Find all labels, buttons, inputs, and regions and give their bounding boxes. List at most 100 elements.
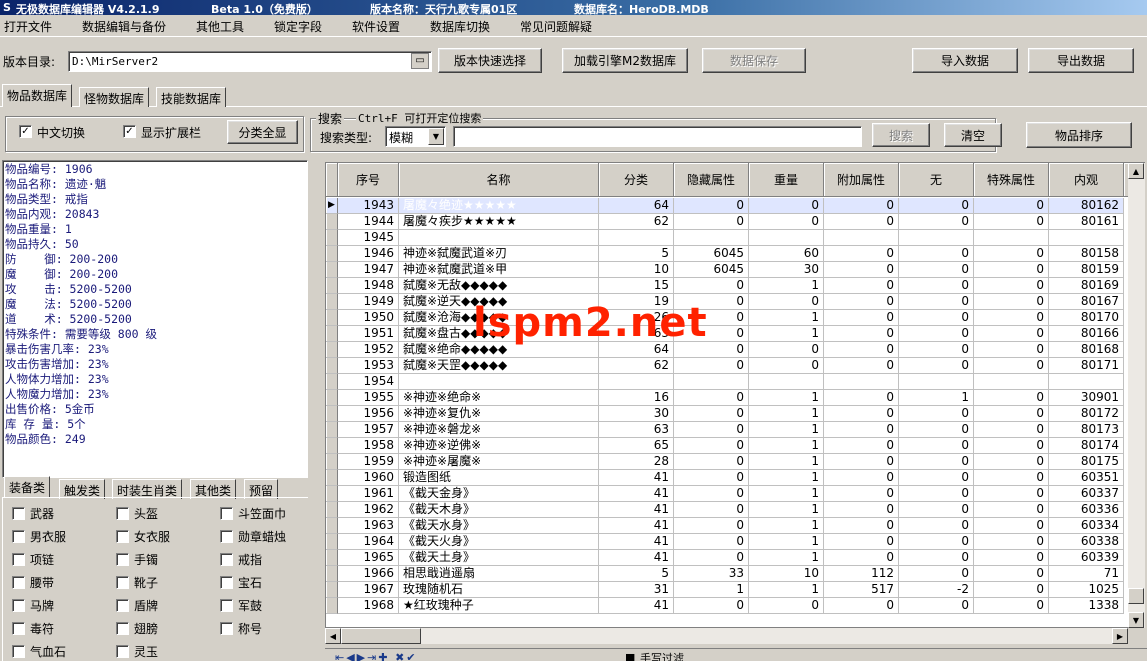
table-cell[interactable]: 1959 xyxy=(338,454,399,470)
col-header-weight[interactable]: 重量 xyxy=(749,163,824,197)
table-row[interactable]: 1947 神迹※弑魔武道※甲 10 6045 30 0 0 0 80159 xyxy=(326,262,1144,278)
table-cell[interactable]: 0 xyxy=(824,326,899,342)
row-indicator[interactable] xyxy=(326,294,338,310)
vscroll-thumb[interactable] xyxy=(1128,588,1144,604)
table-cell[interactable]: 1952 xyxy=(338,342,399,358)
table-cell[interactable] xyxy=(674,230,749,246)
table-cell[interactable]: 1 xyxy=(749,518,824,534)
table-cell[interactable]: 60 xyxy=(749,246,824,262)
category-checkbox[interactable] xyxy=(116,622,129,635)
table-row[interactable]: 1951 弑魔※盘古◆◆◆◆◆ 63 0 1 0 0 0 80166 xyxy=(326,326,1144,342)
table-cell[interactable]: 0 xyxy=(974,582,1049,598)
table-row[interactable]: 1958 ※神迹※逆佛※ 65 0 1 0 0 0 80174 xyxy=(326,438,1144,454)
table-cell[interactable]: 60337 xyxy=(1049,486,1124,502)
table-cell[interactable] xyxy=(599,374,674,390)
table-row[interactable]: 1960 锻造图纸 41 0 1 0 0 0 60351 xyxy=(326,470,1144,486)
table-cell[interactable] xyxy=(599,230,674,246)
table-cell[interactable]: 《截天金身》 xyxy=(399,486,599,502)
tab-skills[interactable]: 技能数据库 xyxy=(156,87,227,107)
table-cell[interactable]: 517 xyxy=(824,582,899,598)
table-cell[interactable] xyxy=(974,374,1049,390)
table-cell[interactable]: 0 xyxy=(899,278,974,294)
category-checkbox[interactable] xyxy=(220,553,233,566)
row-indicator[interactable] xyxy=(326,534,338,550)
row-indicator[interactable] xyxy=(326,326,338,342)
table-cell[interactable]: 1 xyxy=(749,310,824,326)
table-cell[interactable]: 80171 xyxy=(1049,358,1124,374)
category-checkbox[interactable] xyxy=(116,599,129,612)
table-cell[interactable] xyxy=(824,230,899,246)
table-row[interactable]: 1953 弑魔※天罡◆◆◆◆◆ 62 0 0 0 0 0 80171 xyxy=(326,358,1144,374)
table-cell[interactable]: 1954 xyxy=(338,374,399,390)
quick-select-button[interactable]: 版本快速选择 xyxy=(438,48,542,73)
cat-tab-equipment[interactable]: 装备类 xyxy=(4,476,51,497)
chevron-down-icon[interactable]: ▼ xyxy=(428,128,444,145)
category-checkbox[interactable] xyxy=(116,645,129,658)
col-header-extra[interactable]: 附加属性 xyxy=(824,163,899,197)
table-cell[interactable]: 0 xyxy=(974,342,1049,358)
row-indicator[interactable] xyxy=(326,598,338,614)
category-checkbox[interactable] xyxy=(116,553,129,566)
table-cell[interactable]: 16 xyxy=(599,390,674,406)
row-indicator[interactable] xyxy=(326,358,338,374)
table-cell[interactable]: 锻造图纸 xyxy=(399,470,599,486)
table-cell[interactable]: 30 xyxy=(599,406,674,422)
table-cell[interactable]: 0 xyxy=(674,198,749,214)
table-cell[interactable]: 1948 xyxy=(338,278,399,294)
table-cell[interactable]: 0 xyxy=(674,342,749,358)
table-cell[interactable]: 1944 xyxy=(338,214,399,230)
table-cell[interactable]: 0 xyxy=(974,406,1049,422)
table-cell[interactable]: 0 xyxy=(824,486,899,502)
table-cell[interactable]: ※神迹※磐龙※ xyxy=(399,422,599,438)
filter-checkbox-icon[interactable]: ■ xyxy=(625,651,635,661)
table-cell[interactable]: 28 xyxy=(599,454,674,470)
table-cell[interactable]: 0 xyxy=(749,198,824,214)
table-cell[interactable]: 0 xyxy=(974,534,1049,550)
row-indicator[interactable] xyxy=(326,454,338,470)
table-cell[interactable]: 0 xyxy=(974,502,1049,518)
table-cell[interactable]: 19 xyxy=(599,294,674,310)
table-cell[interactable]: 30 xyxy=(749,262,824,278)
table-cell[interactable]: 1 xyxy=(749,438,824,454)
category-checkbox[interactable] xyxy=(12,553,25,566)
grid-vscrollbar[interactable]: ▲ ▼ xyxy=(1128,163,1145,628)
table-cell[interactable]: 64 xyxy=(599,198,674,214)
table-row[interactable]: 1966 相思戢逍遥扇 5 33 10 112 0 0 71 xyxy=(326,566,1144,582)
table-cell[interactable]: 5 xyxy=(599,246,674,262)
table-cell[interactable]: 0 xyxy=(674,358,749,374)
table-cell[interactable]: 弑魔※绝命◆◆◆◆◆ xyxy=(399,342,599,358)
table-cell[interactable]: 80162 xyxy=(1049,198,1124,214)
table-cell[interactable]: 0 xyxy=(899,566,974,582)
table-cell[interactable]: 41 xyxy=(599,518,674,534)
scroll-down-icon[interactable]: ▼ xyxy=(1128,612,1144,628)
table-cell[interactable]: 64 xyxy=(599,342,674,358)
table-cell[interactable]: 1965 xyxy=(338,550,399,566)
table-cell[interactable]: 5 xyxy=(599,566,674,582)
table-cell[interactable]: 0 xyxy=(824,454,899,470)
table-cell[interactable]: 0 xyxy=(824,470,899,486)
table-cell[interactable]: 26 xyxy=(599,310,674,326)
table-cell[interactable]: 80167 xyxy=(1049,294,1124,310)
table-cell[interactable]: 0 xyxy=(899,598,974,614)
table-cell[interactable]: 62 xyxy=(599,358,674,374)
table-cell[interactable] xyxy=(674,374,749,390)
table-row[interactable]: 1963 《截天水身》 41 0 1 0 0 0 60334 xyxy=(326,518,1144,534)
table-cell[interactable]: 弑魔※盘古◆◆◆◆◆ xyxy=(399,326,599,342)
table-cell[interactable]: 0 xyxy=(674,502,749,518)
table-cell[interactable]: 0 xyxy=(974,214,1049,230)
table-row[interactable]: 1964 《截天火身》 41 0 1 0 0 0 60338 xyxy=(326,534,1144,550)
table-cell[interactable]: 0 xyxy=(899,470,974,486)
table-cell[interactable]: 0 xyxy=(674,406,749,422)
table-cell[interactable]: 《截天水身》 xyxy=(399,518,599,534)
table-cell[interactable]: 0 xyxy=(899,534,974,550)
table-cell[interactable] xyxy=(1049,374,1124,390)
table-cell[interactable]: 0 xyxy=(674,278,749,294)
table-cell[interactable]: 1 xyxy=(749,390,824,406)
table-cell[interactable]: 0 xyxy=(974,598,1049,614)
table-cell[interactable]: 弑魔※天罡◆◆◆◆◆ xyxy=(399,358,599,374)
category-checkbox[interactable] xyxy=(116,530,129,543)
table-cell[interactable]: 1949 xyxy=(338,294,399,310)
table-row[interactable]: 1948 弑魔※无敌◆◆◆◆◆ 15 0 1 0 0 0 80169 xyxy=(326,278,1144,294)
table-cell[interactable] xyxy=(399,230,599,246)
item-grid[interactable]: 序号 名称 分类 隐藏属性 重量 附加属性 无 特殊属性 内观 ▶ 1943 屠魔々… xyxy=(325,162,1145,628)
